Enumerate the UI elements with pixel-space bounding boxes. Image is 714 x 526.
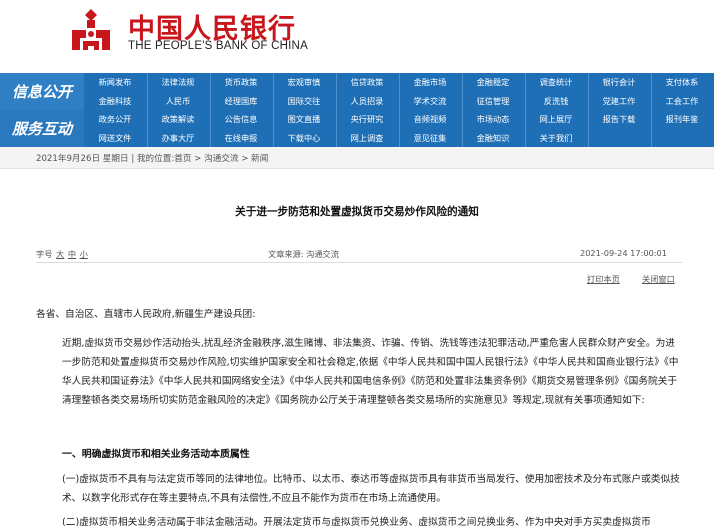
breadcrumb-prefix: 我的位置: bbox=[136, 154, 175, 164]
article-title: 关于进一步防范和处置虚拟货币交易炒作风险的通知 bbox=[235, 206, 479, 218]
main-nav: 信息公开 服务互动 新闻发布 法律法规 货币政策 宏观审慎 信贷政策 金融市场 金融稳定 调查… bbox=[0, 73, 714, 147]
article-datetime: 2021-09-24 17:00:01 bbox=[580, 248, 667, 258]
nav-item[interactable]: 货币政策 bbox=[210, 73, 272, 92]
nav-item[interactable]: 金融稳定 bbox=[462, 73, 524, 92]
site-logo-english[interactable]: THE PEOPLE'S BANK OF CHINA bbox=[128, 40, 308, 52]
nav-item[interactable]: 金融科技 bbox=[84, 92, 146, 111]
nav-item[interactable]: 图文直播 bbox=[273, 110, 335, 129]
font-size-label: 字号 bbox=[36, 249, 53, 259]
breadcrumb-home[interactable]: 首页 bbox=[174, 154, 191, 164]
breadcrumb-communication[interactable]: 沟通交流 bbox=[204, 154, 238, 164]
nav-item[interactable]: 网上展厅 bbox=[525, 110, 587, 129]
site-header: 中国人民银行 THE PEOPLE'S BANK OF CHINA bbox=[0, 0, 714, 73]
breadcrumb: 2021年9月26日 星期日 | 我的位置:首页 > 沟通交流 > 新闻 bbox=[36, 152, 268, 164]
nav-item[interactable]: 音频视频 bbox=[399, 110, 461, 129]
nav-item[interactable]: 金融市场 bbox=[399, 73, 461, 92]
nav-item[interactable]: 政策解读 bbox=[147, 110, 209, 129]
article-paragraph: 近期,虚拟货币交易炒作活动抬头,扰乱经济金融秩序,滋生赌博、非法集资、诈骗、传销… bbox=[62, 338, 679, 406]
article-addressee: 各省、自治区、直辖市人民政府,新疆生产建设兵团: bbox=[36, 309, 256, 320]
nav-item[interactable]: 工会工作 bbox=[651, 92, 713, 111]
nav-item[interactable]: 市场动态 bbox=[462, 110, 524, 129]
nav-section-info-disclosure[interactable]: 信息公开 bbox=[0, 73, 84, 110]
nav-item[interactable]: 银行会计 bbox=[588, 73, 650, 92]
article-paragraph: (一)虚拟货币不具有与法定货币等同的法律地位。比特币、以太币、泰达币等虚拟货币具… bbox=[62, 474, 680, 504]
nav-item[interactable]: 宏观审慎 bbox=[273, 73, 335, 92]
section-heading: 一、明确虚拟货币和相关业务活动本质属性 bbox=[62, 449, 250, 460]
nav-item[interactable]: 人员招录 bbox=[336, 92, 398, 111]
nav-item[interactable]: 关于我们 bbox=[525, 129, 587, 148]
breadcrumb-news[interactable]: 新闻 bbox=[251, 154, 268, 164]
nav-item[interactable]: 网送文件 bbox=[84, 129, 146, 148]
nav-item[interactable]: 征信管理 bbox=[462, 92, 524, 111]
font-size-selector: 字号 大 中 小 bbox=[36, 248, 88, 260]
divider bbox=[36, 262, 682, 263]
font-size-medium[interactable]: 中 bbox=[68, 249, 76, 259]
breadcrumb-bar: 2021年9月26日 星期日 | 我的位置:首页 > 沟通交流 > 新闻 bbox=[0, 147, 714, 169]
nav-section-service-interaction[interactable]: 服务互动 bbox=[0, 110, 84, 147]
source-value: 沟通交流 bbox=[306, 249, 339, 259]
nav-item[interactable]: 办事大厅 bbox=[147, 129, 209, 148]
nav-item[interactable]: 下载中心 bbox=[273, 129, 335, 148]
nav-item[interactable]: 政务公开 bbox=[84, 110, 146, 129]
nav-item[interactable]: 网上调查 bbox=[336, 129, 398, 148]
nav-item[interactable]: 金融知识 bbox=[462, 129, 524, 148]
nav-item[interactable]: 在线申报 bbox=[210, 129, 272, 148]
breadcrumb-sep: > bbox=[241, 154, 249, 164]
nav-item[interactable]: 法律法规 bbox=[147, 73, 209, 92]
nav-item[interactable]: 反洗钱 bbox=[525, 92, 587, 111]
pboc-logo-icon[interactable] bbox=[66, 6, 116, 56]
nav-item[interactable]: 新闻发布 bbox=[84, 73, 146, 92]
print-page-link[interactable]: 打印本页 bbox=[587, 273, 620, 285]
breadcrumb-sep: > bbox=[194, 154, 202, 164]
nav-item[interactable]: 报告下载 bbox=[588, 110, 650, 129]
nav-item[interactable]: 学术交流 bbox=[399, 92, 461, 111]
nav-item[interactable]: 意见征集 bbox=[399, 129, 461, 148]
nav-item[interactable]: 人民币 bbox=[147, 92, 209, 111]
nav-item[interactable]: 国际交往 bbox=[273, 92, 335, 111]
nav-item[interactable]: 支付体系 bbox=[651, 73, 713, 92]
font-size-large[interactable]: 大 bbox=[56, 249, 64, 259]
source-label: 文章来源: bbox=[268, 249, 304, 259]
nav-item[interactable]: 央行研究 bbox=[336, 110, 398, 129]
nav-item[interactable]: 公告信息 bbox=[210, 110, 272, 129]
nav-item[interactable]: 经理国库 bbox=[210, 92, 272, 111]
article-source: 文章来源: 沟通交流 bbox=[268, 248, 339, 260]
breadcrumb-divider: | bbox=[131, 154, 135, 164]
nav-item[interactable]: 调查统计 bbox=[525, 73, 587, 92]
current-date: 2021年9月26日 星期日 bbox=[36, 154, 129, 164]
nav-grid: 新闻发布 法律法规 货币政策 宏观审慎 信贷政策 金融市场 金融稳定 调查统计 银行会计 支付体系… bbox=[84, 73, 714, 147]
nav-item[interactable]: 信贷政策 bbox=[336, 73, 398, 92]
article-paragraph: (二)虚拟货币相关业务活动属于非法金融活动。开展法定货币与虚拟货币兑换业务、虚拟… bbox=[62, 517, 651, 526]
nav-item[interactable]: 报刊年鉴 bbox=[651, 110, 713, 129]
close-window-link[interactable]: 关闭窗口 bbox=[642, 273, 675, 285]
font-size-small[interactable]: 小 bbox=[80, 249, 88, 259]
nav-item[interactable]: 党建工作 bbox=[588, 92, 650, 111]
